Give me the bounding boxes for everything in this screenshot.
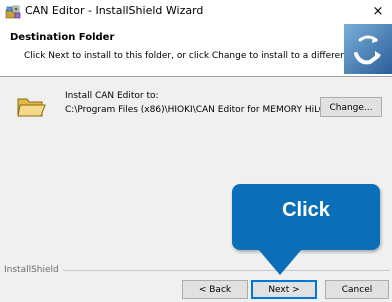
title-bar: CAN Editor - InstallShield Wizard × [0, 0, 392, 24]
cancel-button[interactable]: Cancel [325, 280, 389, 299]
page-title: Destination Folder [10, 32, 115, 43]
window-title: CAN Editor - InstallShield Wizard [25, 4, 204, 17]
close-button[interactable]: × [364, 0, 392, 24]
installshield-logo-icon [344, 24, 392, 74]
click-callout: Click [232, 184, 380, 250]
install-path: C:\Program Files (x86)\HIOKI\CAN Editor … [65, 105, 355, 115]
installer-window: CAN Editor - InstallShield Wizard × Dest… [0, 0, 392, 302]
install-label: Install CAN Editor to: [65, 91, 159, 101]
back-button[interactable]: < Back [182, 280, 248, 299]
folder-icon [17, 98, 46, 117]
footer-divider [55, 270, 390, 271]
callout-text: Click [282, 199, 330, 221]
page-description: Click Next to install to this folder, or… [24, 51, 381, 61]
installshield-brand: InstallShield [4, 265, 63, 275]
change-button[interactable]: Change... [320, 97, 382, 117]
installer-icon [5, 5, 21, 19]
callout-pointer [258, 249, 302, 275]
header-banner: Destination Folder Click Next to install… [0, 24, 392, 77]
next-button[interactable]: Next > [251, 280, 317, 299]
